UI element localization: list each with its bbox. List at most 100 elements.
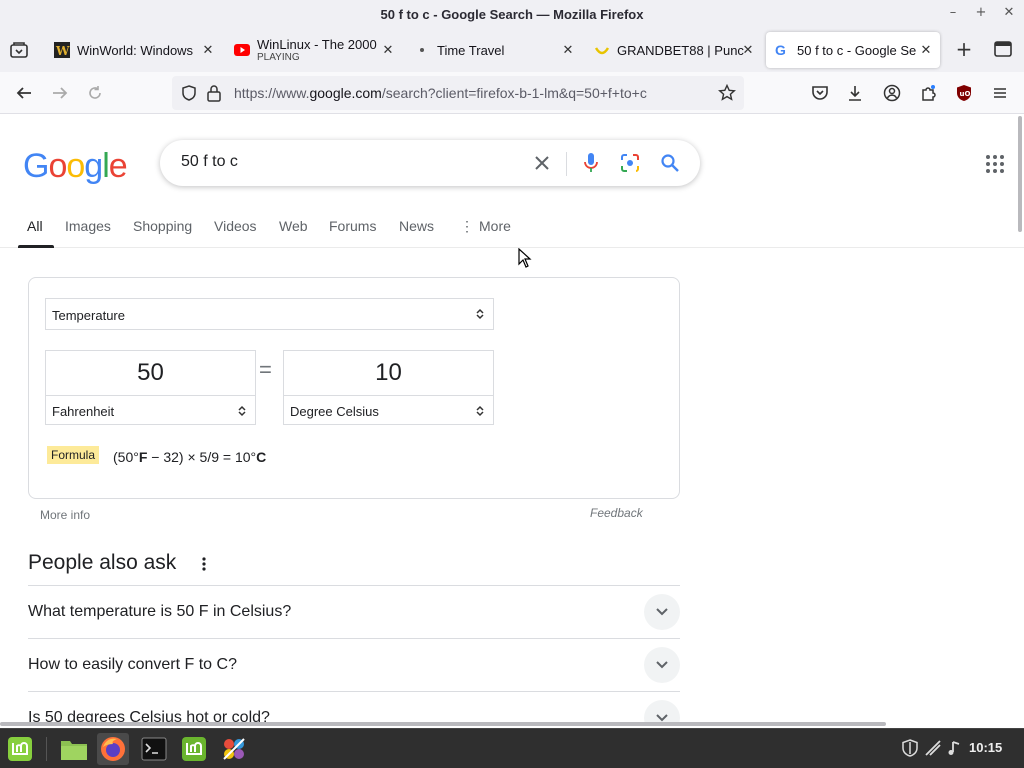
tab-winlinux[interactable]: WinLinux - The 2000 PLAYING ✕ xyxy=(226,32,402,68)
folder-icon xyxy=(61,741,87,760)
logo-letter: o xyxy=(48,147,67,185)
taskbar-clock[interactable]: 10:15 xyxy=(969,740,1002,755)
window-titlebar: 50 f to c - Google Search — Mozilla Fire… xyxy=(0,0,1024,28)
tab-shopping[interactable]: Shopping xyxy=(133,218,192,234)
clear-search-button[interactable] xyxy=(531,152,553,174)
chevron-down-icon xyxy=(656,608,668,616)
tab-label: GRANDBET88 | Punc xyxy=(617,42,744,58)
from-unit-select[interactable]: Fahrenheit xyxy=(45,395,256,425)
expand-button[interactable] xyxy=(644,647,680,683)
google-lens-icon xyxy=(621,154,639,172)
close-tab-icon[interactable]: ✕ xyxy=(200,42,216,58)
reload-icon xyxy=(89,86,101,99)
taskbar-separator xyxy=(46,737,47,761)
files-launcher[interactable] xyxy=(58,733,90,765)
svg-text:uO: uO xyxy=(960,90,971,98)
firefox-launcher[interactable] xyxy=(97,733,129,765)
tab-forums[interactable]: Forums xyxy=(329,218,376,234)
formula-part: (50° xyxy=(113,449,139,465)
tab-images[interactable]: Images xyxy=(65,218,111,234)
downloads-icon[interactable] xyxy=(846,84,864,102)
tab-web[interactable]: Web xyxy=(279,218,308,234)
forward-button[interactable] xyxy=(50,83,70,103)
search-box[interactable]: 50 f to c xyxy=(160,140,700,186)
search-divider xyxy=(566,152,567,176)
search-submit-button[interactable] xyxy=(659,152,681,174)
url-text[interactable]: https://www.google.com/search?client=fir… xyxy=(234,85,647,101)
tab-grandbet[interactable]: GRANDBET88 | Punc ✕ xyxy=(586,32,762,68)
voice-search-button[interactable] xyxy=(580,152,602,174)
tab-all[interactable]: All xyxy=(27,218,43,234)
equals-sign: = xyxy=(259,357,272,382)
tab-more[interactable]: ⋮ More xyxy=(460,218,511,235)
search-filter-tabs: All Images Shopping Videos Web Forums Ne… xyxy=(0,210,1024,248)
mouse-cursor-icon xyxy=(518,248,532,268)
paa-question-row[interactable]: Is 50 degrees Celsius hot or cold? xyxy=(28,691,680,726)
paa-question-row[interactable]: What temperature is 50 F in Celsius? xyxy=(28,585,680,638)
google-apps-icon[interactable] xyxy=(985,154,1005,174)
start-menu-button[interactable] xyxy=(4,733,36,765)
hamburger-menu-icon[interactable] xyxy=(991,84,1009,102)
tab-google-search[interactable]: G 50 f to c - Google Se ✕ xyxy=(766,32,940,68)
firefox-icon xyxy=(101,737,125,761)
window-title: 50 f to c - Google Search — Mozilla Fire… xyxy=(380,6,644,22)
paa-question-row[interactable]: How to easily convert F to C? xyxy=(28,638,680,691)
close-tab-icon[interactable]: ✕ xyxy=(918,42,934,58)
unit-type-select[interactable]: Temperature xyxy=(45,298,494,330)
reload-button[interactable] xyxy=(85,83,105,103)
close-tab-icon[interactable]: ✕ xyxy=(740,42,756,58)
horizontal-scrollbar[interactable] xyxy=(0,722,886,726)
volume-tray-icon[interactable] xyxy=(946,739,964,757)
tab-videos[interactable]: Videos xyxy=(214,218,257,234)
maximize-button[interactable]: + xyxy=(974,4,988,22)
minimize-button[interactable]: – xyxy=(946,4,960,22)
linux-mint-icon xyxy=(8,737,32,761)
more-info-link[interactable]: More info xyxy=(40,508,90,522)
new-tab-button[interactable]: + xyxy=(954,39,974,59)
logo-letter: e xyxy=(108,147,128,185)
account-icon[interactable] xyxy=(883,84,901,102)
shield-icon[interactable] xyxy=(180,84,198,102)
tab-label: 50 f to c - Google Se xyxy=(797,42,917,58)
back-button[interactable] xyxy=(14,83,34,103)
tab-strip: W WinWorld: Windows ✕ WinLinux - The 200… xyxy=(0,28,1024,72)
close-window-button[interactable]: ✕ xyxy=(1002,4,1016,22)
firefox-view-icon[interactable] xyxy=(994,41,1012,57)
chevron-down-icon xyxy=(656,661,668,669)
tab-label: WinLinux - The 2000 xyxy=(257,37,377,52)
url-bar[interactable]: https://www.google.com/search?client=fir… xyxy=(172,76,744,110)
tab-time-travel[interactable]: Time Travel ✕ xyxy=(406,32,582,68)
lens-search-button[interactable] xyxy=(619,152,641,174)
close-tab-icon[interactable]: ✕ xyxy=(560,42,576,58)
navigation-toolbar: https://www.google.com/search?client=fir… xyxy=(0,72,1024,114)
select-arrows-icon xyxy=(476,308,484,320)
tab-news[interactable]: News xyxy=(399,218,434,234)
network-tray-icon[interactable] xyxy=(924,739,942,757)
vertical-scrollbar[interactable] xyxy=(1018,116,1022,232)
tab-label: WinWorld: Windows xyxy=(77,42,194,58)
mintinstall-launcher[interactable] xyxy=(178,733,210,765)
app-launcher[interactable] xyxy=(218,733,250,765)
tab-winworld[interactable]: W WinWorld: Windows ✕ xyxy=(46,32,222,68)
google-logo[interactable]: Google xyxy=(23,147,128,186)
extensions-icon[interactable] xyxy=(919,84,937,102)
list-all-tabs-icon[interactable] xyxy=(8,39,30,61)
from-value-input[interactable]: 50 xyxy=(45,350,256,396)
url-path: /search?client=firefox-b-1-lm&q=50+f+to+… xyxy=(381,85,647,101)
url-prefix: https://www. xyxy=(234,85,310,101)
to-unit-select[interactable]: Degree Celsius xyxy=(283,395,494,425)
ublock-origin-icon[interactable]: uO xyxy=(955,84,973,102)
to-value-input[interactable]: 10 xyxy=(283,350,494,396)
more-options-icon[interactable] xyxy=(199,556,209,572)
terminal-launcher[interactable] xyxy=(138,733,170,765)
close-tab-icon[interactable]: ✕ xyxy=(380,42,396,58)
star-bookmark-icon[interactable] xyxy=(718,84,736,102)
pocket-icon[interactable] xyxy=(811,84,829,102)
svg-text:W: W xyxy=(55,44,70,58)
search-input[interactable]: 50 f to c xyxy=(181,153,238,171)
expand-button[interactable] xyxy=(644,594,680,630)
mint-software-icon xyxy=(182,737,206,761)
shield-tray-icon[interactable] xyxy=(901,739,919,757)
feedback-link[interactable]: Feedback xyxy=(590,506,643,520)
lock-icon[interactable] xyxy=(206,84,222,102)
